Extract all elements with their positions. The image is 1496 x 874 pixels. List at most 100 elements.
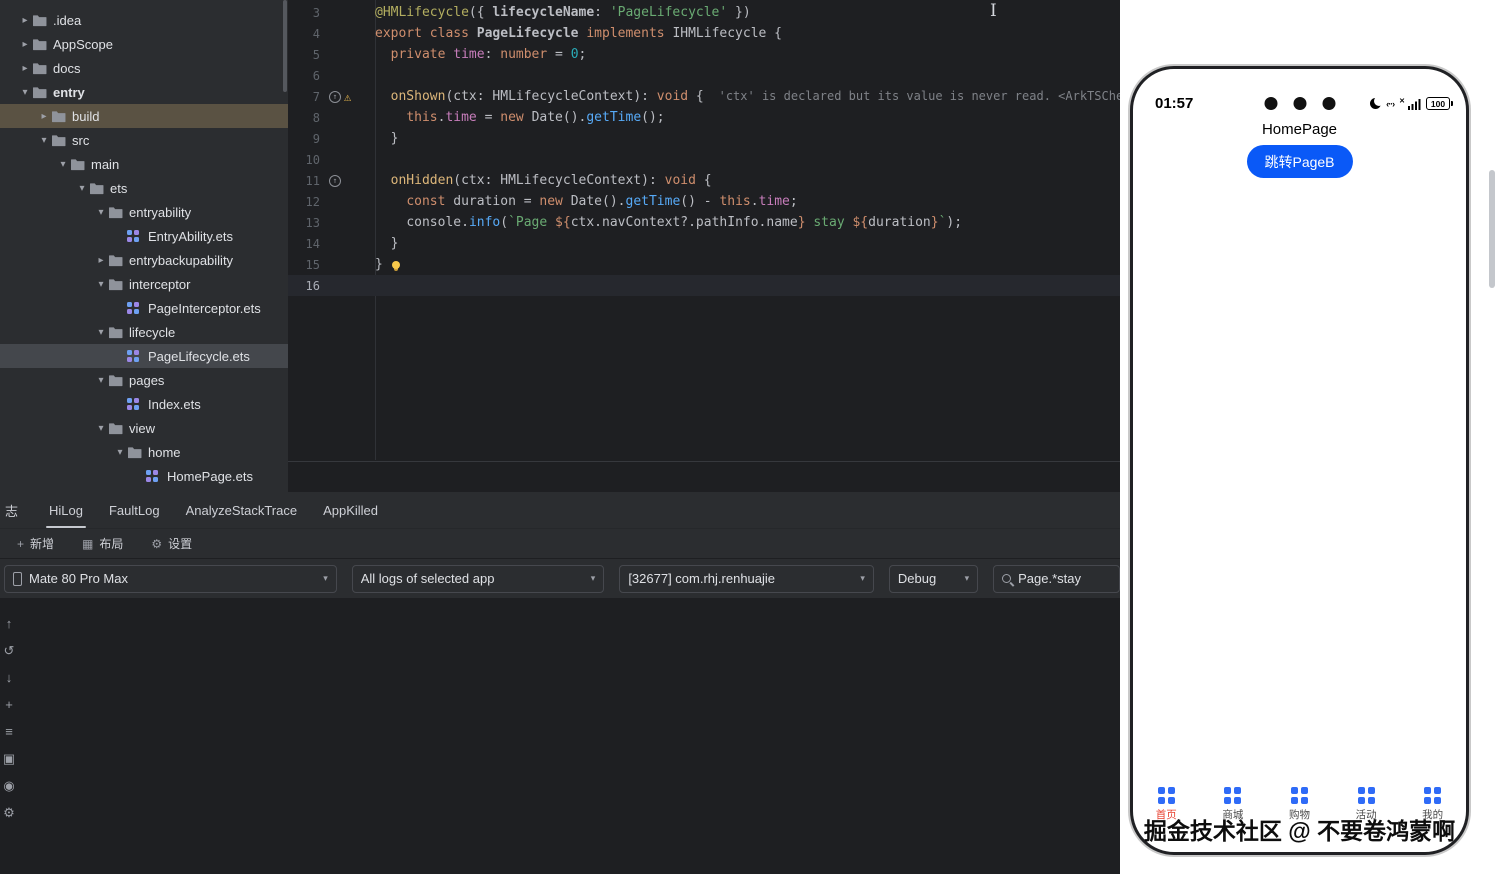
code-line-16[interactable]: 16 xyxy=(288,275,1120,296)
chevron-down-icon: ▾ xyxy=(323,573,328,583)
restart-icon[interactable]: ↺ xyxy=(4,644,15,657)
add-button[interactable]: + 新增 xyxy=(8,532,63,555)
chevron-icon[interactable]: ▸ xyxy=(94,255,108,266)
tree-item-main[interactable]: ▾ main xyxy=(0,152,288,176)
tree-item-entrybackupability[interactable]: ▸ entrybackupability xyxy=(0,248,288,272)
chevron-icon[interactable]: ▸ xyxy=(18,39,32,50)
tree-item-docs[interactable]: ▸ docs xyxy=(0,56,288,80)
log-scope-select[interactable]: All logs of selected app ▾ xyxy=(351,564,605,593)
chevron-icon[interactable]: ▾ xyxy=(94,375,108,386)
settings-button[interactable]: ⚙ 设置 xyxy=(142,532,201,555)
clear-log-icon[interactable]: ▣ xyxy=(3,752,15,765)
intention-bulb-icon[interactable] xyxy=(391,260,400,269)
button-label: 设置 xyxy=(168,537,193,551)
soft-wrap-icon[interactable]: ≡ xyxy=(5,725,13,738)
override-icon[interactable]: ↑ xyxy=(329,174,341,187)
log-output[interactable]: ↑ ↺ ↓ + ≡ ▣ ◉ ⚙ xyxy=(0,601,1120,874)
tree-item-index-ets[interactable]: Index.ets xyxy=(0,392,288,416)
tab-analyzestacktrace[interactable]: AnalyzeStackTrace xyxy=(173,492,311,528)
folder-icon xyxy=(70,158,88,171)
tree-item-pagelifecycle-ets[interactable]: PageLifecycle.ets xyxy=(0,344,288,368)
gutter: ↑ ⚠ xyxy=(320,90,366,103)
process-select[interactable]: [32677] com.rhj.renhuajie ▾ xyxy=(619,564,874,593)
tab-appkilled[interactable]: AppKilled xyxy=(310,492,391,528)
project-tree-panel: ▸ .idea ▸ AppScope ▸ docs ▾ entry ▸ build ▾ src ▾ mai… xyxy=(0,0,288,492)
code-line-5[interactable]: 5 private time: number = 0; xyxy=(288,44,1120,65)
override-icon[interactable]: ↑ xyxy=(329,90,341,103)
code-line-4[interactable]: 4 export class PageLifecycle implements I… xyxy=(288,23,1120,44)
code-line-15[interactable]: 15} xyxy=(288,254,1120,275)
chevron-icon[interactable]: ▾ xyxy=(37,135,51,146)
folder-icon xyxy=(108,254,126,267)
scroll-up-icon[interactable]: ↑ xyxy=(6,617,13,630)
tree-item-label: EntryAbility.ets xyxy=(148,228,234,244)
chevron-icon[interactable]: ▾ xyxy=(94,207,108,218)
log-toolbar: ↑ ↺ ↓ + ≡ ▣ ◉ ⚙ xyxy=(0,617,18,819)
tree-item-entry[interactable]: ▾ entry xyxy=(0,80,288,104)
code-line-6[interactable]: 6 xyxy=(288,65,1120,86)
code-editor[interactable]: 3 @HMLifecycle({ lifecycleName: 'PageLife… xyxy=(288,0,1120,492)
tree-item-ets[interactable]: ▾ ets xyxy=(0,176,288,200)
line-number: 14 xyxy=(305,236,320,251)
device-select[interactable]: Mate 80 Pro Max ▾ xyxy=(4,564,337,593)
page-scrollbar[interactable] xyxy=(1489,170,1495,288)
chevron-icon[interactable]: ▸ xyxy=(18,63,32,74)
grid-icon: ▦ xyxy=(82,536,94,551)
record-icon[interactable]: ◉ xyxy=(3,779,14,792)
tree-item-pages[interactable]: ▾ pages xyxy=(0,368,288,392)
chevron-icon[interactable]: ▸ xyxy=(18,15,32,26)
tree-item-appscope[interactable]: ▸ AppScope xyxy=(0,32,288,56)
grid-tab-icon xyxy=(1357,787,1375,804)
tree-item-home[interactable]: ▾ home xyxy=(0,440,288,464)
line-number: 9 xyxy=(312,131,320,146)
code-line-11[interactable]: 11 ↑ onHidden(ctx: HMLifecycleContext): v… xyxy=(288,170,1120,191)
tree-item-pageinterceptor-ets[interactable]: PageInterceptor.ets xyxy=(0,296,288,320)
tree-item-src[interactable]: ▾ src xyxy=(0,128,288,152)
code-line-10[interactable]: 10 xyxy=(288,149,1120,170)
code-line-13[interactable]: 13 console.info(`Page ${ctx.navContext?.… xyxy=(288,212,1120,233)
code-line-14[interactable]: 14 } xyxy=(288,233,1120,254)
scroll-to-end-icon[interactable]: ↓ xyxy=(6,671,13,684)
layout-button[interactable]: ▦ 布局 xyxy=(73,532,132,555)
tree-item-entryability-ets[interactable]: EntryAbility.ets xyxy=(0,224,288,248)
jump-pageb-button[interactable]: 跳转PageB xyxy=(1246,145,1353,178)
code-line-7[interactable]: 7 ↑ ⚠ onShown(ctx: HMLifecycleContext): vo… xyxy=(288,86,1120,107)
tree-item-interceptor[interactable]: ▾ interceptor xyxy=(0,272,288,296)
code-text: } xyxy=(390,236,399,251)
phone-icon xyxy=(13,571,22,586)
warning-icon[interactable]: ⚠ xyxy=(344,91,351,103)
tree-item-label: build xyxy=(72,108,100,124)
code-text: onHidden(ctx: HMLifecycleContext): void … xyxy=(390,173,712,188)
project-tree-scrollbar[interactable] xyxy=(283,0,287,92)
code-line-9[interactable]: 9 } xyxy=(288,128,1120,149)
chevron-icon[interactable]: ▾ xyxy=(94,423,108,434)
tree-item-build[interactable]: ▸ build xyxy=(0,104,288,128)
tree-item-entryability[interactable]: ▾ entryability xyxy=(0,200,288,224)
editor-splitter[interactable] xyxy=(288,461,1120,462)
tree-item--idea[interactable]: ▸ .idea xyxy=(0,8,288,32)
tree-item-lifecycle[interactable]: ▾ lifecycle xyxy=(0,320,288,344)
gutter: ↑ xyxy=(320,174,366,187)
tree-item-label: HomePage.ets xyxy=(167,468,253,484)
tab-faultlog[interactable]: FaultLog xyxy=(96,492,173,528)
code-line-8[interactable]: 8 this.time = new Date().getTime(); xyxy=(288,107,1120,128)
chevron-icon[interactable]: ▸ xyxy=(37,111,51,122)
line-number: 3 xyxy=(312,5,320,20)
tree-item-homepage-ets[interactable]: HomePage.ets xyxy=(0,464,288,488)
settings-icon[interactable]: ⚙ xyxy=(3,806,15,819)
chevron-down-icon: ▾ xyxy=(860,573,865,583)
add-icon[interactable]: + xyxy=(5,698,13,711)
chevron-icon[interactable]: ▾ xyxy=(56,159,70,170)
tree-item-label: entryability xyxy=(129,204,192,220)
chevron-icon[interactable]: ▾ xyxy=(18,87,32,98)
chevron-icon[interactable]: ▾ xyxy=(113,447,127,458)
chevron-icon[interactable]: ▾ xyxy=(94,327,108,338)
tab-hilog[interactable]: HiLog xyxy=(36,492,96,528)
chevron-icon[interactable]: ▾ xyxy=(94,279,108,290)
log-search-input[interactable]: Page.*stay xyxy=(993,564,1120,593)
log-action-bar: + 新增 ▦ 布局 ⚙ 设置 xyxy=(0,529,1120,558)
code-line-12[interactable]: 12 const duration = new Date().getTime()… xyxy=(288,191,1120,212)
log-level-select[interactable]: Debug ▾ xyxy=(888,564,979,593)
chevron-icon[interactable]: ▾ xyxy=(75,183,89,194)
tree-item-view[interactable]: ▾ view xyxy=(0,416,288,440)
